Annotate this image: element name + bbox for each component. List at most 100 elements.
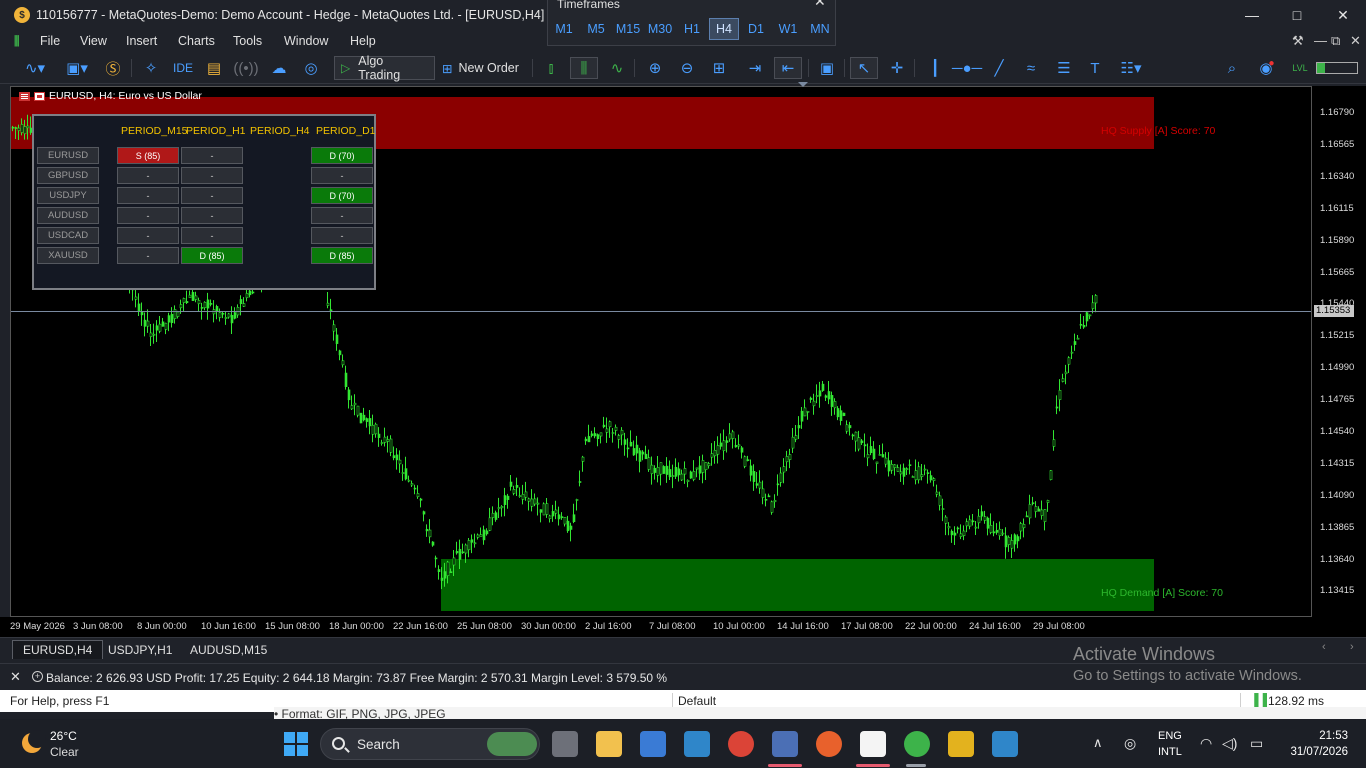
dash-signal-cell[interactable]: D (85) [311, 247, 373, 264]
text-icon[interactable]: T [1084, 57, 1106, 79]
dash-signal-cell[interactable]: D (85) [181, 247, 243, 264]
dash-signal-cell[interactable]: - [311, 207, 373, 224]
chart-shift-icon[interactable]: ⇤ [774, 57, 802, 79]
metaeditor-icon[interactable] [948, 731, 974, 757]
chrome-icon[interactable] [728, 731, 754, 757]
clock-date[interactable]: 31/07/2026 [1276, 746, 1348, 758]
screenshot-icon[interactable]: ▣ [816, 57, 838, 79]
tf-w1[interactable]: W1 [773, 18, 803, 40]
zoom-out-icon[interactable]: ⊖ [676, 57, 698, 79]
task-view-icon[interactable] [552, 731, 578, 757]
status-profile[interactable]: Default [678, 694, 716, 708]
clock-time[interactable]: 21:53 [1290, 730, 1348, 742]
dash-signal-cell[interactable]: - [181, 147, 243, 164]
trading-app-icon[interactable] [816, 731, 842, 757]
menu-window[interactable]: Window [284, 34, 328, 48]
moon-weather-icon[interactable] [22, 730, 46, 753]
menu-insert[interactable]: Insert [126, 34, 157, 48]
bar-chart-icon[interactable]: ⫾ [540, 57, 562, 79]
dash-signal-cell[interactable]: D (70) [311, 187, 373, 204]
tf-h4[interactable]: H4 [709, 18, 739, 40]
minimize-icon[interactable]: — [1229, 0, 1275, 30]
taskbar-search[interactable]: Search [320, 728, 540, 760]
menu-charts[interactable]: Charts [178, 34, 215, 48]
dash-signal-cell[interactable]: - [117, 227, 179, 244]
photos-icon[interactable] [684, 731, 710, 757]
menu-tools[interactable]: Tools [233, 34, 262, 48]
vps-icon[interactable]: ◎ [300, 57, 322, 79]
dash-symbol-button[interactable]: AUDUSD [37, 207, 99, 224]
maximize-icon[interactable]: □ [1274, 0, 1320, 30]
grid-icon[interactable]: ⊞ [708, 57, 730, 79]
child-minimize-icon[interactable]: — [1314, 33, 1327, 48]
chart-shift-marker[interactable] [798, 82, 808, 87]
battery-icon[interactable]: ▭ [1250, 735, 1263, 752]
market-icon[interactable]: Ⓢ [103, 57, 123, 79]
tf-d1[interactable]: D1 [741, 18, 771, 40]
dash-signal-cell[interactable]: - [117, 187, 179, 204]
volume-icon[interactable]: ◁) [1222, 735, 1237, 752]
keyboard-layout[interactable]: INTL [1158, 746, 1182, 758]
toolbox-close-icon[interactable]: ✕ [10, 669, 21, 685]
dash-signal-cell[interactable]: - [311, 227, 373, 244]
dash-signal-cell[interactable]: - [311, 167, 373, 184]
tf-m30[interactable]: M30 [645, 18, 675, 40]
candlestick-icon[interactable]: ⫼ [570, 57, 598, 79]
shapes-dropdown-icon[interactable]: ☷▾ [1114, 57, 1148, 79]
tab-scroll-right-icon[interactable]: › [1350, 641, 1354, 653]
tab-usdjpy-h1[interactable]: USDJPY,H1 [98, 640, 182, 659]
dash-symbol-button[interactable]: USDCAD [37, 227, 99, 244]
line-chart-dropdown-icon[interactable]: ∿▾ [20, 57, 50, 79]
notifications-icon[interactable]: ◉ ● [1254, 57, 1280, 79]
tf-h1[interactable]: H1 [677, 18, 707, 40]
dash-signal-cell[interactable]: - [181, 207, 243, 224]
tf-m15[interactable]: M15 [613, 18, 643, 40]
dash-symbol-button[interactable]: GBPUSD [37, 167, 99, 184]
dash-signal-cell[interactable]: S (85) [117, 147, 179, 164]
timeframes-close-icon[interactable]: ✕ [814, 0, 826, 10]
tf-m5[interactable]: M5 [581, 18, 611, 40]
crosshair-icon[interactable]: ✛ [886, 57, 908, 79]
dash-symbol-button[interactable]: XAUUSD [37, 247, 99, 264]
time-axis[interactable]: 29 May 2026 3 Jun 08:00 8 Jun 00:00 10 Jun … [0, 617, 1366, 637]
tab-scroll-left-icon[interactable]: ‹ [1322, 641, 1326, 653]
remote-desktop-icon[interactable] [772, 731, 798, 757]
file-explorer-icon[interactable] [596, 731, 622, 757]
fibonacci-icon[interactable]: ☰ [1052, 57, 1076, 79]
tray-app-icon[interactable]: ◎ [1124, 735, 1136, 752]
dash-signal-cell[interactable]: D (70) [311, 147, 373, 164]
menu-view[interactable]: View [80, 34, 107, 48]
paint-icon[interactable] [992, 731, 1018, 757]
child-close-icon[interactable]: ✕ [1350, 33, 1361, 49]
tray-overflow-icon[interactable]: ∧ [1093, 735, 1103, 751]
dash-signal-cell[interactable]: - [181, 227, 243, 244]
cursor-icon[interactable]: ↖ [850, 57, 878, 79]
search-toolbar-icon[interactable]: ⌕ [1222, 57, 1242, 79]
tf-m1[interactable]: M1 [549, 18, 579, 40]
algo-trading-button[interactable]: ▷ Algo Trading [334, 54, 435, 82]
metatrader-taskbar-icon[interactable] [904, 731, 930, 757]
menu-file[interactable]: File [40, 34, 60, 48]
dash-symbol-button[interactable]: EURUSD [37, 147, 99, 164]
horizontal-line-icon[interactable]: ─●─ [952, 57, 982, 79]
tab-audusd-m15[interactable]: AUDUSD,M15 [180, 640, 277, 659]
weather-condition[interactable]: Clear [50, 745, 79, 759]
weather-temperature[interactable]: 26°C [50, 729, 77, 743]
dash-signal-cell[interactable]: - [181, 187, 243, 204]
autoscroll-icon[interactable]: ⇥ [742, 57, 768, 79]
channel-icon[interactable]: ≈ [1018, 57, 1044, 79]
wifi-icon[interactable]: ◠ [1200, 735, 1212, 752]
green-arrow-app-icon[interactable] [860, 731, 886, 757]
dash-signal-cell[interactable]: - [117, 247, 179, 264]
tools-icon[interactable]: ⚒ [1292, 33, 1304, 49]
dash-signal-cell[interactable]: - [117, 207, 179, 224]
sparkle-icon[interactable]: ✧ [140, 57, 162, 79]
ide-button[interactable]: IDE [170, 57, 196, 79]
chart-template-icon[interactable]: ▣▾ [60, 57, 94, 79]
tf-mn[interactable]: MN [805, 18, 835, 40]
dash-signal-cell[interactable]: - [181, 167, 243, 184]
zoom-in-icon[interactable]: ⊕ [644, 57, 666, 79]
close-icon[interactable]: ✕ [1320, 0, 1366, 30]
line-icon[interactable]: ∿ [606, 57, 628, 79]
tab-eurusd-h4[interactable]: EURUSD,H4 [12, 640, 104, 659]
